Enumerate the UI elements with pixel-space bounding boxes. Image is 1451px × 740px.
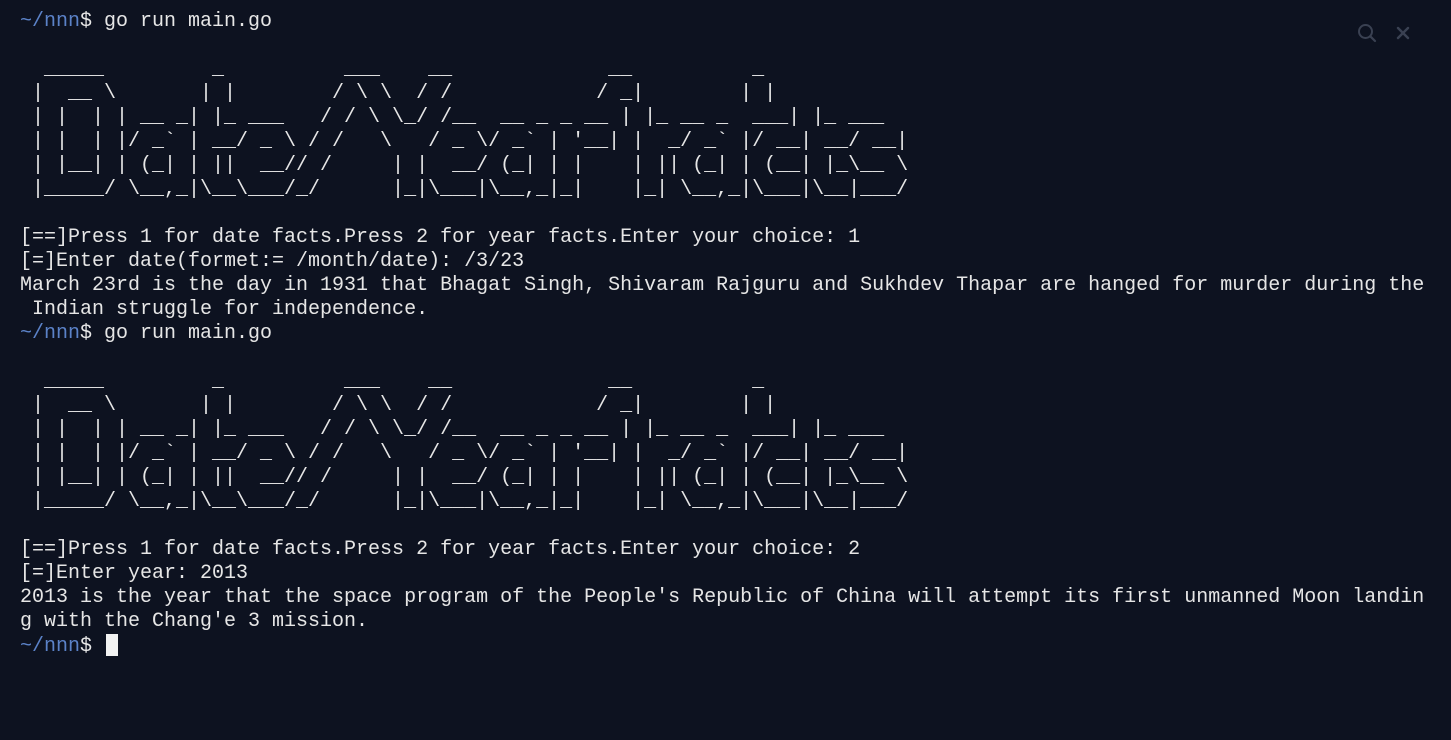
prompt-symbol: $ [80,10,105,33]
text-cursor[interactable] [106,634,119,656]
ascii-banner-line: | |__| | (_| | || __// / | | __/ (_| | |… [20,154,909,177]
prompt-symbol: $ [80,322,105,345]
prompt-symbol: $ [80,635,105,658]
prompt-line: ~/nnn$ go run main.go [20,322,1424,346]
prompt-line: ~/nnn$ [20,634,1424,658]
ascii-banner-line: | | | |/ _` | __/ _ \ / / \ / _ \/ _` | … [20,442,909,465]
ascii-banner-line: _____ _ ___ __ __ _ [20,58,765,81]
output-line: g with the Chang'e 3 mission. [20,610,369,633]
ascii-banner-line: | __ \ | | / \ \ / / / _| | | [20,394,777,417]
output-line: [==]Press 1 for date facts.Press 2 for y… [20,226,861,249]
output-line: [=]Enter year: 2013 [20,562,249,585]
output-line: Indian struggle for independence. [20,298,429,321]
ascii-banner-line: | | | |/ _` | __/ _ \ / / \ / _ \/ _` | … [20,130,909,153]
search-button[interactable] [1357,23,1377,43]
ascii-banner-line: | | | | __ _| |_ ___ / / \ \_/ /__ __ _ … [20,106,885,129]
prompt-path: ~/nnn [20,322,81,345]
prompt-path: ~/nnn [20,635,81,658]
command-text: go run main.go [104,322,273,345]
close-button[interactable] [1393,23,1413,43]
ascii-banner-line: | __ \ | | / \ \ / / / _| | | [20,82,777,105]
ascii-banner-line: | |__| | (_| | || __// / | | __/ (_| | |… [20,466,909,489]
ascii-banner-line: _____ _ ___ __ __ _ [20,370,765,393]
terminal-output: ~/nnn$ go run main.go _____ _ ___ __ __ … [20,10,1424,658]
output-line: 2013 is the year that the space program … [20,586,1425,609]
ascii-banner-line: | | | | __ _| |_ ___ / / \ \_/ /__ __ _ … [20,418,885,441]
ascii-banner-line: |_____/ \__,_|\__\___/_/ |_|\___|\__,_|_… [20,490,909,513]
close-icon [1396,26,1410,40]
output-line: March 23rd is the day in 1931 that Bhaga… [20,274,1425,297]
terminal-window[interactable]: ~/nnn$ go run main.go _____ _ ___ __ __ … [0,0,1451,740]
terminal-toolbar [1357,23,1413,43]
output-line: [=]Enter date(formet:= /month/date): /3/… [20,250,525,273]
search-icon [1358,24,1377,43]
prompt-path: ~/nnn [20,10,81,33]
prompt-line: ~/nnn$ go run main.go [20,10,1424,34]
command-text: go run main.go [104,10,273,33]
ascii-banner-line: |_____/ \__,_|\__\___/_/ |_|\___|\__,_|_… [20,178,909,201]
output-line: [==]Press 1 for date facts.Press 2 for y… [20,538,861,561]
